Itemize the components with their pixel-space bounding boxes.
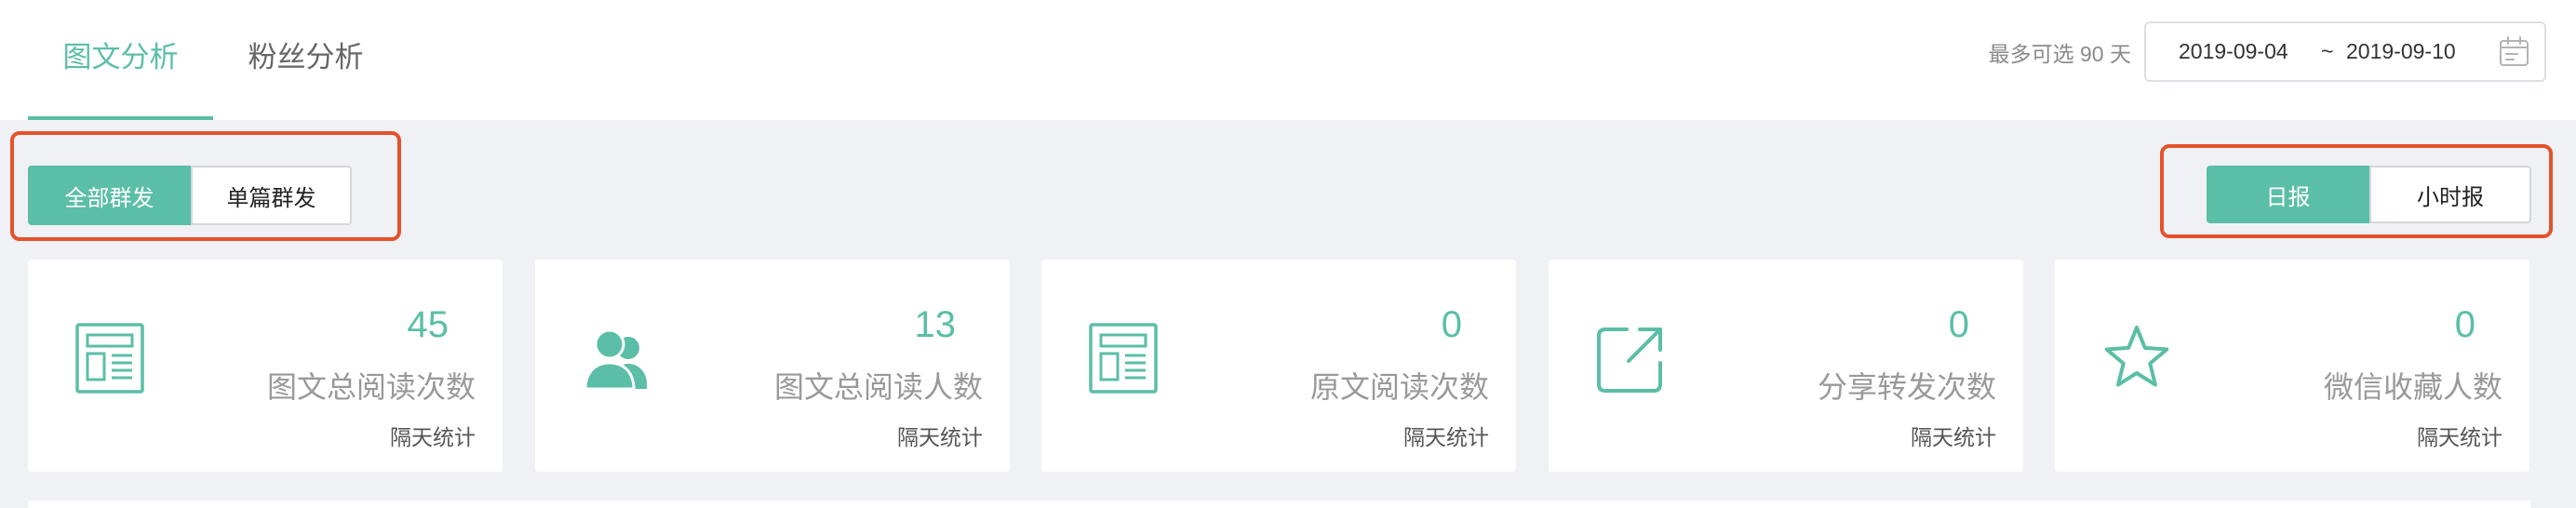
users-icon [582, 322, 652, 394]
stat-card-favorites: 0 微信收藏人数 隔天统计 [2055, 260, 2529, 472]
article-icon [74, 322, 145, 394]
stat-note: 隔天统计 [1403, 425, 1489, 449]
report-daily-button[interactable]: 日报 [2207, 166, 2369, 223]
stat-value: 0 [1948, 304, 1969, 345]
date-range-hint: 最多可选 90 天 [1988, 42, 2131, 66]
date-end: 2019-09-10 [2346, 39, 2456, 63]
send-scope-single-button[interactable]: 单篇群发 [191, 166, 352, 225]
chart-panel [28, 501, 2530, 508]
stat-value: 0 [2454, 304, 2475, 345]
stat-label: 原文阅读次数 [1309, 370, 1489, 404]
stat-value: 45 [407, 304, 449, 345]
article-icon [1088, 322, 1159, 394]
calendar-icon[interactable] [2499, 36, 2529, 67]
stat-label: 微信收藏人数 [2323, 370, 2502, 404]
stat-card-shares: 0 分享转发次数 隔天统计 [1549, 260, 2023, 472]
send-scope-all-button[interactable]: 全部群发 [28, 166, 191, 225]
tab-article-analysis[interactable]: 图文分析 [28, 0, 213, 108]
stat-card-original-reads: 0 原文阅读次数 隔天统计 [1041, 260, 1516, 472]
stat-label: 图文总阅读人数 [773, 370, 983, 404]
top-bar: 图文分析 粉丝分析 最多可选 90 天 2019-09-04 ~ 2019-09… [0, 0, 2576, 120]
tab-active-indicator [28, 116, 213, 120]
tab-label: 粉丝分析 [248, 40, 364, 74]
report-hourly-button[interactable]: 小时报 [2369, 166, 2531, 223]
stat-card-total-reads: 45 图文总阅读次数 隔天统计 [28, 260, 503, 472]
stat-value: 13 [914, 304, 957, 345]
stat-note: 隔天统计 [390, 425, 476, 449]
stat-note: 隔天统计 [897, 425, 983, 449]
stat-note: 隔天统计 [1911, 425, 1996, 449]
stat-label: 图文总阅读次数 [266, 370, 476, 404]
share-icon [1595, 322, 1666, 394]
button-label: 单篇群发 [226, 185, 316, 211]
button-label: 全部群发 [64, 185, 154, 211]
tab-fans-analysis[interactable]: 粉丝分析 [213, 0, 398, 108]
stat-label: 分享转发次数 [1817, 370, 1996, 404]
tab-label: 图文分析 [62, 40, 179, 74]
date-separator: ~ [2321, 39, 2334, 63]
stat-card-total-readers: 13 图文总阅读人数 隔天统计 [535, 260, 1010, 472]
button-label: 小时报 [2417, 184, 2484, 210]
star-icon [2101, 322, 2172, 394]
stat-note: 隔天统计 [2417, 425, 2502, 449]
button-label: 日报 [2265, 184, 2311, 210]
stat-value: 0 [1441, 304, 1462, 345]
date-range-picker[interactable]: 2019-09-04 ~ 2019-09-10 [2144, 21, 2546, 82]
date-start: 2019-09-04 [2179, 39, 2288, 63]
